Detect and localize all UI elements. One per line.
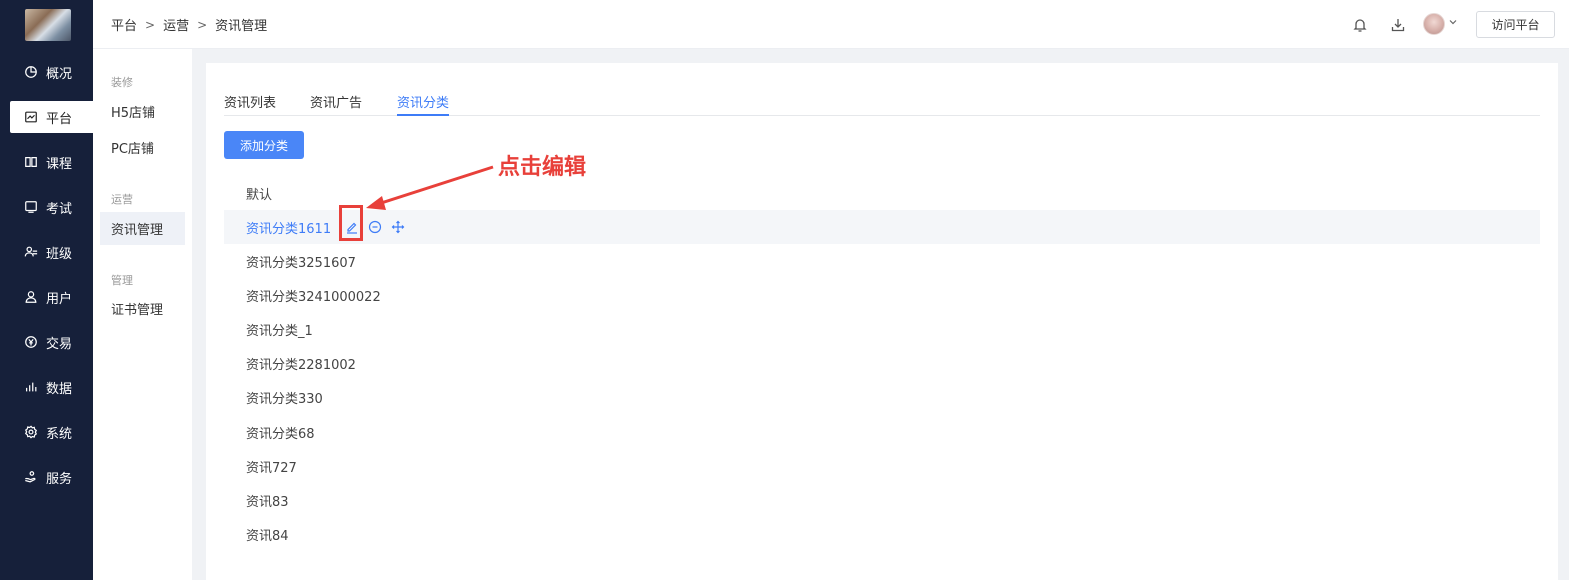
category-row[interactable]: 资讯分类_1 (224, 312, 1540, 346)
pie-chart-icon (24, 65, 38, 79)
add-category-button[interactable]: 添加分类 (224, 131, 304, 159)
nav-item-platform[interactable]: 平台 (10, 101, 93, 133)
annotation-label: 点击编辑 (498, 154, 587, 180)
subnav-group-title: 装修 (111, 76, 133, 89)
chevron-down-icon[interactable] (1448, 17, 1458, 27)
nav-label: 班级 (46, 246, 73, 262)
bell-icon[interactable] (1351, 16, 1369, 34)
category-name: 默认 (246, 187, 273, 203)
subnav-item-h5-shop[interactable]: H5店铺 (100, 95, 185, 128)
yen-icon (24, 335, 38, 349)
chevron-right-icon: > (145, 17, 156, 32)
category-row[interactable]: 资讯分类2281002 (224, 346, 1540, 380)
breadcrumb: 平台 > 运营 > 资讯管理 (111, 0, 267, 49)
class-icon (24, 245, 38, 259)
tab-news-list[interactable]: 资讯列表 (224, 92, 276, 116)
category-name: 资讯分类2281002 (246, 357, 356, 373)
category-name: 资讯727 (246, 460, 297, 476)
category-name: 资讯分类3251607 (246, 255, 356, 271)
nav-item-overview[interactable]: 概况 (10, 56, 93, 88)
bar-chart-icon (24, 380, 38, 394)
move-icon[interactable] (390, 219, 406, 235)
content-card: 资讯列表 资讯广告 资讯分类 添加分类 默认 资讯分类1611 资讯分类3251… (206, 63, 1558, 580)
nav-item-data[interactable]: 数据 (10, 371, 93, 403)
tab-news-categories[interactable]: 资讯分类 (397, 92, 450, 116)
category-name: 资讯84 (246, 528, 289, 544)
subnav-group-title: 运营 (111, 193, 133, 206)
category-row[interactable]: 默认 (224, 176, 1540, 210)
exam-icon (24, 200, 38, 214)
main-nav: 概况 平台 课程 考试 班级 用户 交易 数据 系统 服务 (0, 0, 93, 580)
gear-icon (24, 425, 38, 439)
nav-label: 服务 (46, 471, 73, 487)
category-name: 资讯分类1611 (246, 221, 332, 237)
service-icon (24, 470, 38, 484)
category-row[interactable]: 资讯84 (224, 517, 1540, 551)
category-row[interactable]: 资讯分类1611 (224, 210, 1540, 244)
subnav-item-pc-shop[interactable]: PC店铺 (100, 131, 185, 164)
nav-label: 数据 (46, 381, 73, 397)
avatar[interactable] (1423, 13, 1445, 35)
tab-news-ads[interactable]: 资讯广告 (310, 92, 362, 116)
nav-label: 课程 (46, 156, 73, 172)
category-row[interactable]: 资讯分类3241000022 (224, 278, 1540, 312)
nav-label: 平台 (46, 111, 73, 127)
category-name: 资讯分类330 (246, 391, 323, 407)
category-name: 资讯83 (246, 494, 289, 510)
nav-item-user[interactable]: 用户 (10, 281, 93, 313)
subnav-item-certificate-management[interactable]: 证书管理 (100, 292, 185, 325)
user-icon (24, 290, 38, 304)
logo-image[interactable] (25, 9, 71, 41)
category-name: 资讯分类_1 (246, 323, 313, 339)
nav-item-course[interactable]: 课程 (10, 146, 93, 178)
category-row[interactable]: 资讯83 (224, 483, 1540, 517)
nav-label: 用户 (46, 291, 73, 307)
nav-item-system[interactable]: 系统 (10, 416, 93, 448)
category-row[interactable]: 资讯分类330 (224, 380, 1540, 414)
annotation-highlight-box (339, 205, 363, 241)
breadcrumb-item: 资讯管理 (215, 19, 268, 34)
secondary-nav: 装修 H5店铺 PC店铺 运营 资讯管理 管理 证书管理 (93, 49, 192, 580)
category-name: 资讯分类68 (246, 426, 315, 442)
category-row[interactable]: 资讯分类68 (224, 415, 1540, 449)
breadcrumb-item[interactable]: 平台 (111, 15, 137, 34)
download-icon[interactable] (1389, 16, 1407, 34)
top-header: 平台 > 运营 > 资讯管理 访问平台 (93, 0, 1569, 49)
subnav-group-title: 管理 (111, 274, 133, 287)
tab-bar: 资讯列表 资讯广告 资讯分类 (224, 87, 1540, 116)
subnav-item-news-management[interactable]: 资讯管理 (100, 212, 185, 245)
category-name: 资讯分类3241000022 (246, 289, 381, 305)
nav-label: 考试 (46, 201, 73, 217)
nav-item-exam[interactable]: 考试 (10, 191, 93, 223)
visit-platform-button[interactable]: 访问平台 (1476, 11, 1555, 38)
nav-label: 交易 (46, 336, 73, 352)
nav-item-class[interactable]: 班级 (10, 236, 93, 268)
breadcrumb-item[interactable]: 运营 (163, 15, 189, 34)
nav-item-trade[interactable]: 交易 (10, 326, 93, 358)
platform-icon (24, 110, 38, 124)
chevron-right-icon: > (197, 17, 208, 32)
nav-label: 概况 (46, 66, 73, 82)
nav-item-service[interactable]: 服务 (10, 461, 93, 493)
category-row[interactable]: 资讯分类3251607 (224, 244, 1540, 278)
remove-icon[interactable] (367, 219, 383, 235)
nav-label: 系统 (46, 426, 73, 442)
book-icon (24, 155, 38, 169)
category-row[interactable]: 资讯727 (224, 449, 1540, 483)
